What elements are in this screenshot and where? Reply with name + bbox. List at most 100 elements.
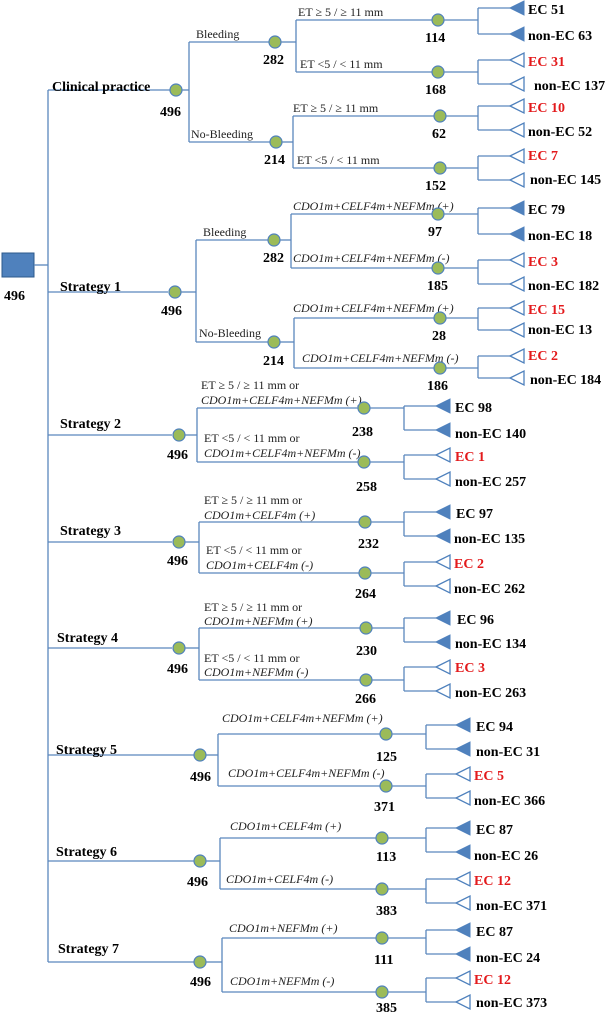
chance-node [169, 83, 183, 97]
strategy-count: 496 [167, 662, 188, 677]
outcome-terminal [508, 26, 525, 42]
chance-node [433, 109, 447, 123]
chance-node [172, 535, 186, 549]
outcome-terminal [434, 528, 451, 544]
chance-node [433, 361, 447, 375]
split-count: 258 [356, 480, 377, 495]
strategy-7: Strategy 7 496 CDO1m+NEFMm (+) CDO1m+NEF… [48, 921, 547, 1014]
branch-count: 282 [263, 53, 284, 68]
outcome-label: EC 1 [455, 450, 485, 465]
outcome-label: non-EC 140 [455, 427, 526, 442]
outcome-label: non-EC 182 [528, 279, 599, 294]
chance-node [375, 882, 389, 896]
split-count: 111 [374, 953, 393, 968]
outcome-terminal [508, 321, 525, 339]
outcome-label: EC 5 [474, 769, 504, 784]
outcome-terminal [508, 147, 525, 165]
outcome-label: EC 31 [528, 55, 565, 70]
outcome-label: non-EC 63 [528, 29, 592, 44]
strategy-name: Strategy 3 [60, 524, 121, 539]
branch-label: No-Bleeding [199, 326, 261, 340]
split-count: 28 [432, 329, 446, 344]
outcome-label: non-EC 184 [530, 373, 601, 388]
outcome-terminal [508, 51, 525, 69]
outcome-terminal [454, 894, 471, 912]
outcome-terminal [508, 200, 525, 216]
outcome-terminal [434, 553, 451, 571]
root-decision-node [1, 252, 35, 278]
split-count: 232 [358, 537, 379, 552]
outcome-label: EC 3 [455, 661, 485, 676]
outcome-terminal [434, 422, 451, 438]
strategy-count: 496 [167, 554, 188, 569]
outcome-label: EC 15 [528, 303, 565, 318]
outcome-label: non-EC 31 [476, 745, 540, 760]
outcome-label: non-EC 371 [476, 899, 547, 914]
chance-node [168, 285, 182, 299]
outcome-label: EC 10 [528, 101, 565, 116]
outcome-terminal [508, 97, 525, 115]
split-label: ET ≥ 5 / ≥ 11 mm or [204, 600, 302, 614]
strategy-name: Strategy 4 [57, 631, 118, 646]
chance-node [193, 854, 207, 868]
outcome-terminal [434, 504, 451, 520]
outcome-terminal [508, 0, 525, 16]
chance-node [193, 955, 207, 969]
split-count: 385 [376, 1001, 397, 1014]
split-count: 168 [425, 83, 446, 98]
strategy-count: 496 [190, 975, 211, 990]
split-count: 114 [425, 31, 445, 46]
strategy-6: Strategy 6 496 CDO1m+CELF4m (+) CDO1m+CE… [48, 819, 547, 919]
chance-node [433, 311, 447, 325]
decision-tree: 496 Clinical practice 496 Bleeding No-Bl… [1, 0, 605, 1014]
chance-node [359, 621, 373, 635]
outcome-terminal [454, 969, 471, 987]
outcome-terminal [454, 946, 471, 962]
outcome-label: non-EC 134 [455, 637, 526, 652]
outcome-label: EC 2 [454, 557, 484, 572]
outcome-terminal [434, 682, 451, 700]
split-label: CDO1m+NEFMm (+) [204, 614, 313, 628]
chance-node [431, 13, 445, 27]
outcome-terminal [508, 226, 525, 242]
outcome-label: EC 98 [455, 401, 492, 416]
strategy-5: Strategy 5 496 CDO1m+CELF4m+NEFMm (+) CD… [48, 711, 545, 815]
split-label: ET <5 / < 11 mm or [204, 431, 300, 445]
split-label: CDO1m+CELF4m (-) [226, 872, 333, 886]
outcome-terminal [508, 251, 525, 269]
split-count: 113 [376, 850, 396, 865]
split-label: ET <5 / < 11 mm [300, 57, 383, 71]
split-label: CDO1m+CELF4m (+) [204, 508, 315, 522]
outcome-terminal [454, 870, 471, 888]
strategy-4: Strategy 4 496 ET ≥ 5 / ≥ 11 mm or CDO1m… [48, 600, 526, 707]
strategy-1: Strategy 1 496 Bleeding No-Bleeding 282 … [48, 199, 601, 394]
chance-node [433, 161, 447, 175]
split-label: CDO1m+CELF4m+NEFMm (-) [228, 766, 385, 780]
split-count: 238 [352, 425, 373, 440]
outcome-label: non-EC 26 [474, 849, 538, 864]
split-label: CDO1m+CELF4m+NEFMm (-) [293, 251, 450, 265]
split-label: ET ≥ 5 / ≥ 11 mm or [204, 493, 302, 507]
outcome-terminal [434, 577, 451, 595]
outcome-label: EC 87 [476, 823, 513, 838]
split-label: CDO1m+CELF4m (+) [230, 819, 341, 833]
strategy-3: Strategy 3 496 ET ≥ 5 / ≥ 11 mm or CDO1m… [48, 493, 525, 602]
strategy-count: 496 [187, 875, 208, 890]
outcome-terminal [454, 741, 471, 757]
split-label: CDO1m+NEFMm (+) [229, 921, 338, 935]
outcome-terminal [508, 275, 525, 293]
split-count: 125 [376, 750, 397, 765]
outcome-terminal [454, 922, 471, 938]
outcome-label: EC 3 [528, 255, 558, 270]
chance-node [357, 401, 371, 415]
outcome-terminal [454, 789, 471, 807]
strategy-name: Clinical practice [52, 80, 150, 95]
split-label: ET <5 / < 11 mm [297, 153, 380, 167]
chance-node [358, 515, 372, 529]
split-count: 371 [374, 800, 395, 815]
outcome-terminal [434, 398, 451, 414]
outcome-label: non-EC 145 [530, 173, 601, 188]
split-count: 383 [376, 904, 397, 919]
outcome-label: non-EC 18 [528, 229, 592, 244]
split-label: CDO1m+CELF4m+NEFMm (-) [204, 446, 361, 460]
